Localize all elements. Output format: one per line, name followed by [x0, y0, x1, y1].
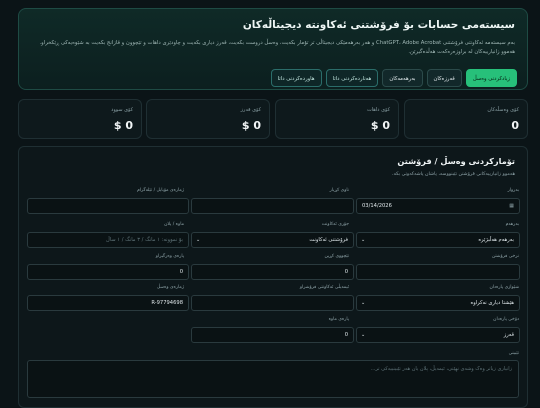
stat-label: کۆی وەسڵەکان — [487, 107, 519, 113]
account-email-label: ئیمەیڵی ئەکاونتی فرۆشراو — [299, 285, 349, 290]
chevron-down-icon: ⌄ — [196, 237, 201, 243]
phone-label: ژمارەی مۆبایل / تێلەگرام — [136, 188, 184, 193]
receipt-no-input[interactable]: R-97794698 — [27, 295, 189, 311]
stat-card-profit: کۆی سوود $ 0 — [18, 99, 142, 139]
paid-value: 0 — [179, 269, 183, 275]
receipt-form-panel: تۆمارکردنی وەسڵ / فرۆشتن هەموو زانیارییە… — [18, 146, 528, 408]
stat-card-receipts: کۆی وەسڵەکان 0 — [404, 99, 528, 139]
stat-label: کۆی داهات — [367, 107, 390, 113]
paid-input[interactable]: 0 — [27, 264, 189, 280]
hero-title: سیستەمی حسابات بۆ فرۆشتنی ئەکاونتە دیجیت… — [242, 19, 515, 31]
phone-input[interactable] — [27, 198, 189, 214]
receipt-no-label: ژمارەی وەسڵ — [156, 285, 184, 290]
customer-label: ناوی کڕیار — [329, 188, 349, 193]
duration-placeholder: بۆ نموونە: ١ مانگ / ٣ مانگ / ١ ساڵ — [105, 237, 183, 243]
notes-textarea[interactable]: زانیاری زیاتر وەک وشەی نهێنی، ئیمەیڵ، پل… — [27, 360, 519, 398]
customer-name-input[interactable] — [191, 198, 354, 214]
stat-label: کۆی قەرز — [240, 107, 261, 113]
payment-method-select[interactable]: هێشتا دیاری نەکراوە ⌄ — [356, 295, 520, 311]
payment-status-value: قەرز — [503, 332, 514, 338]
account-type-select[interactable]: فرۆشتنی ئەکاونت ⌄ — [191, 232, 354, 248]
debts-button[interactable]: قەرزەکان — [426, 69, 462, 87]
date-value: 03/14/2026 — [362, 203, 392, 209]
remaining-label: پارەی ماوە — [328, 317, 349, 322]
sale-price-input[interactable] — [356, 264, 520, 280]
date-input[interactable]: 03/14/2026 ▦ — [356, 198, 520, 214]
product-select[interactable]: بەرهەم هەڵبژێرە ⌄ — [356, 232, 520, 248]
payment-status-select[interactable]: قەرز ⌄ — [356, 327, 520, 343]
account-type-value: فرۆشتنی ئەکاونت — [309, 237, 348, 243]
hero-description: بەم سیستەمە ئەکاونتی فرۆشتنی ChatGPT، Ad… — [39, 40, 515, 55]
cost-value: 0 — [344, 269, 348, 275]
stat-value: $ 0 — [113, 119, 133, 132]
products-button[interactable]: بەرهەمەکان — [382, 69, 423, 87]
duration-input[interactable]: بۆ نموونە: ١ مانگ / ٣ مانگ / ١ ساڵ — [27, 232, 189, 248]
export-data-button[interactable]: هەناردەکردنی داتا — [325, 69, 379, 87]
account-type-label: جۆری ئەکاونت — [321, 222, 349, 227]
stat-value: $ 0 — [370, 119, 390, 132]
import-data-button[interactable]: هاوردەکردنی داتا — [270, 69, 322, 87]
sale-price-label: نرخی فرۆشتن — [491, 254, 519, 259]
notes-placeholder: زانیاری زیاتر وەک وشەی نهێنی، ئیمەیڵ، پل… — [370, 366, 512, 372]
account-email-input[interactable] — [191, 295, 354, 311]
chevron-down-icon: ⌄ — [361, 300, 366, 306]
stat-card-income: کۆی داهات $ 0 — [275, 99, 399, 139]
hero-banner: سیستەمی حسابات بۆ فرۆشتنی ئەکاونتە دیجیت… — [18, 8, 528, 90]
stat-label: کۆی سوود — [111, 107, 133, 113]
chevron-down-icon: ⌄ — [361, 237, 366, 243]
form-subtitle: هەموو زانیارییەکانی فرۆشتن تێبنووسە، پاش… — [391, 172, 515, 177]
hero-actions: زیادکردنی وەسڵ قەرزەکان بەرهەمەکان هەنار… — [270, 69, 517, 89]
product-label: بەرهەم — [505, 222, 519, 227]
remaining-input[interactable]: 0 — [191, 327, 354, 343]
remaining-value: 0 — [344, 332, 348, 338]
form-title: تۆمارکردنی وەسڵ / فرۆشتن — [397, 156, 515, 166]
stat-card-debt: کۆی قەرز $ 0 — [146, 99, 270, 139]
stat-value: $ 0 — [241, 119, 261, 132]
payment-method-label: شێوازی پارەدان — [489, 285, 519, 290]
receipt-no-value: R-97794698 — [151, 300, 183, 306]
payment-method-value: هێشتا دیاری نەکراوە — [470, 300, 515, 306]
cost-label: تێچووی کڕین — [324, 254, 349, 259]
new-receipt-button[interactable]: زیادکردنی وەسڵ — [465, 69, 517, 87]
date-label: بەروار — [507, 188, 519, 193]
calendar-icon[interactable]: ▦ — [509, 199, 514, 213]
payment-status-label: دۆخی پارەدان — [493, 317, 519, 322]
paid-label: پارەی وەرگیراو — [155, 254, 184, 259]
stat-value: 0 — [511, 119, 519, 132]
duration-label: ماوە / پلان — [164, 222, 184, 227]
notes-label: تێبینی — [508, 351, 519, 356]
cost-input[interactable]: 0 — [191, 264, 354, 280]
chevron-down-icon: ⌄ — [361, 332, 366, 338]
product-value: بەرهەم هەڵبژێرە — [478, 237, 514, 243]
